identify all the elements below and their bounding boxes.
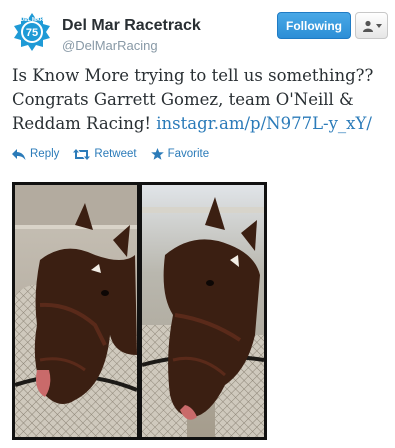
del-mar-logo-icon: 75 DEL MAR (14, 13, 50, 51)
following-button[interactable]: Following (277, 12, 351, 39)
svg-text:75: 75 (26, 27, 38, 39)
tweet-text: Is Know More trying to tell us something… (12, 64, 390, 136)
favorite-label: Favorite (167, 148, 210, 160)
tweet-text-line: Congrats Garrett Gomez, team O'Neill & (12, 90, 354, 109)
chevron-down-icon (375, 23, 382, 28)
retweet-icon (73, 148, 91, 160)
account-name[interactable]: Del Mar Racetrack (62, 17, 201, 35)
star-icon (150, 148, 164, 160)
user-actions-button[interactable] (355, 12, 388, 39)
svg-text:DEL MAR: DEL MAR (21, 17, 44, 23)
account-handle[interactable]: @DelMarRacing (62, 38, 158, 53)
favorite-button[interactable]: Favorite (150, 148, 210, 160)
tweet-link[interactable]: instagr.am/p/N977L-y_xY/ (156, 114, 372, 133)
avatar[interactable]: 75 DEL MAR (10, 11, 54, 55)
reply-button[interactable]: Reply (12, 148, 59, 160)
retweet-label: Retweet (94, 148, 137, 160)
retweet-button[interactable]: Retweet (73, 148, 137, 160)
tweet-actions: Reply Retweet Favorite (12, 148, 209, 160)
reply-icon (12, 148, 26, 160)
tweet-photo[interactable] (12, 182, 267, 440)
user-icon (362, 20, 373, 32)
tweet-text-line: Reddam Racing! (12, 114, 157, 133)
horse-photo-image (15, 185, 264, 437)
reply-label: Reply (30, 148, 60, 160)
tweet-text-line: Is Know More trying to tell us something… (12, 66, 374, 85)
